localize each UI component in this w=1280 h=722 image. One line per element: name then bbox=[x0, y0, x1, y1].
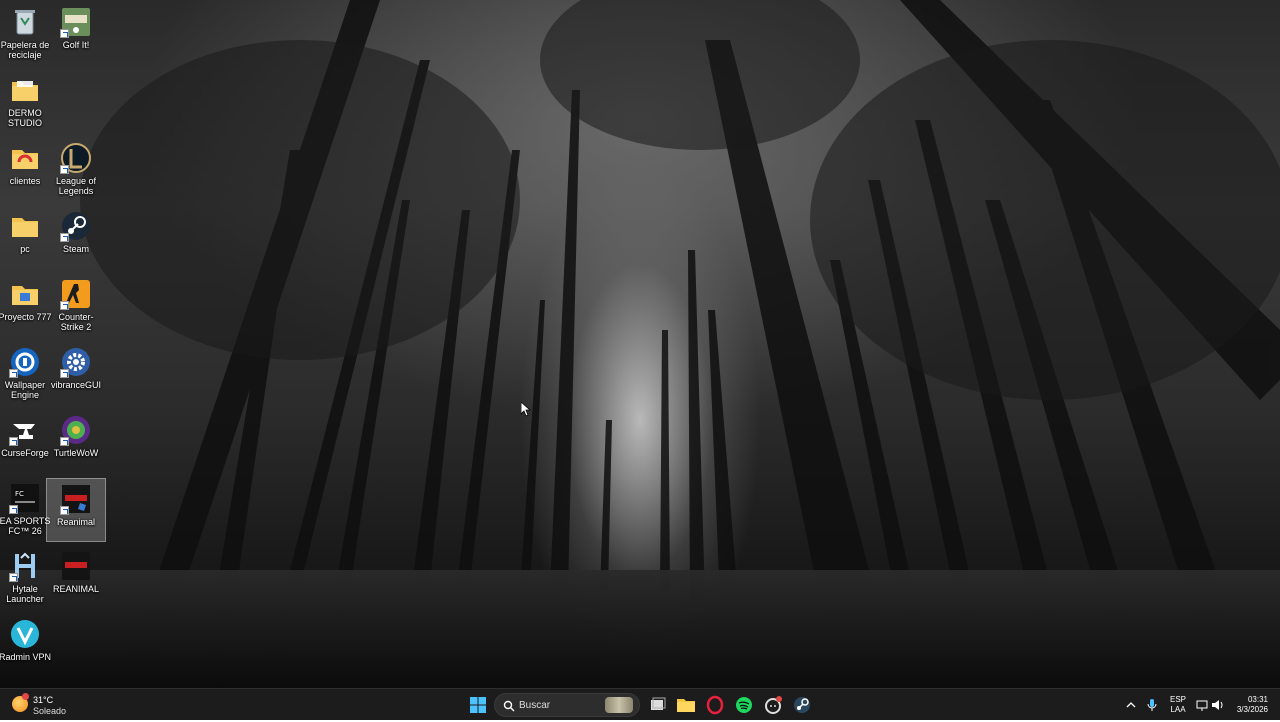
file-explorer-icon bbox=[677, 699, 695, 712]
steam-icon bbox=[60, 210, 92, 242]
desktop-icon-turtlewow[interactable]: TurtleWoW bbox=[46, 410, 106, 474]
shortcut-arrow-icon bbox=[60, 437, 69, 446]
search-highlight-image bbox=[605, 697, 633, 713]
icon-label: Counter-Strike 2 bbox=[58, 312, 94, 332]
shortcut-arrow-icon bbox=[60, 506, 69, 515]
speaker-icon bbox=[1212, 700, 1223, 710]
search-placeholder: Buscar bbox=[519, 700, 551, 711]
turtlewow-icon bbox=[60, 414, 92, 446]
spotify-button[interactable] bbox=[732, 693, 756, 717]
desktop-icon-reanimal-selected[interactable]: Reanimal bbox=[46, 478, 106, 542]
microphone-button[interactable] bbox=[1144, 693, 1160, 717]
shortcut-arrow-icon bbox=[60, 233, 69, 242]
shortcut-arrow-icon bbox=[60, 301, 69, 310]
icon-label: DERMO STUDIO bbox=[7, 108, 42, 128]
icon-label: Golf It! bbox=[62, 40, 90, 50]
icon-label: Reanimal bbox=[56, 517, 96, 527]
shortcut-arrow-icon bbox=[9, 573, 18, 582]
language-code: ESP bbox=[1169, 695, 1186, 704]
desktop[interactable]: Papelera de reciclaje Golf It! DERMO STU… bbox=[0, 0, 1280, 688]
shortcut-arrow-icon bbox=[60, 29, 69, 38]
notification-dot bbox=[22, 693, 29, 700]
clock-time: 03:31 bbox=[1247, 695, 1268, 704]
steam-taskbar-button[interactable] bbox=[790, 693, 814, 717]
league-of-legends-icon bbox=[60, 142, 92, 174]
network-icon bbox=[1196, 700, 1208, 711]
icon-label: League of Legends bbox=[55, 176, 97, 196]
language-indicator[interactable]: ESP LAA bbox=[1168, 695, 1188, 715]
desktop-icon-dermo-studio[interactable]: DERMO STUDIO bbox=[0, 70, 55, 134]
folder-icon bbox=[9, 210, 41, 242]
start-button[interactable] bbox=[466, 693, 490, 717]
recycle-bin-icon bbox=[9, 6, 41, 38]
shortcut-arrow-icon bbox=[60, 369, 69, 378]
icon-label: Steam bbox=[62, 244, 89, 254]
desktop-icon-counter-strike-2[interactable]: Counter-Strike 2 bbox=[46, 274, 106, 338]
taskbar-search[interactable]: Buscar bbox=[494, 693, 640, 717]
weather-temperature: 31°C bbox=[33, 695, 54, 705]
clock-date: 3/3/2026 bbox=[1236, 705, 1268, 714]
icon-label: REANIMAL bbox=[52, 584, 99, 594]
windows-start-icon bbox=[470, 697, 486, 713]
desktop-icon-steam[interactable]: Steam bbox=[46, 206, 106, 270]
desktop-icon-league-of-legends[interactable]: League of Legends bbox=[46, 138, 106, 202]
reanimal-icon bbox=[60, 483, 92, 515]
keyboard-layout: LAA bbox=[1170, 705, 1186, 714]
shortcut-arrow-icon bbox=[9, 369, 18, 378]
folder-blue-icon bbox=[9, 278, 41, 310]
svg-text:FC: FC bbox=[15, 490, 24, 498]
chevron-up-icon bbox=[1126, 702, 1136, 708]
shortcut-arrow-icon bbox=[60, 165, 69, 174]
clock[interactable]: 03:31 3/3/2026 bbox=[1230, 695, 1268, 715]
radmin-vpn-icon bbox=[9, 618, 41, 650]
show-hidden-icons-button[interactable] bbox=[1124, 693, 1138, 717]
search-icon bbox=[503, 700, 515, 712]
discord-icon bbox=[765, 696, 782, 714]
opera-gx-icon bbox=[706, 695, 724, 715]
wallpaper bbox=[0, 0, 1280, 688]
icon-label: vibranceGUI bbox=[50, 380, 102, 390]
volume-button[interactable] bbox=[1210, 693, 1224, 717]
taskbar: 31°C Soleado Buscar ESP LAA 03:31 3/3/20… bbox=[0, 688, 1280, 720]
curseforge-icon bbox=[9, 414, 41, 446]
wallpaper-engine-icon bbox=[9, 346, 41, 378]
reanimal-icon bbox=[60, 550, 92, 582]
folder-red-icon bbox=[9, 142, 41, 174]
folder-icon bbox=[9, 74, 41, 106]
golf-it-icon bbox=[60, 6, 92, 38]
desktop-icon-golf-it[interactable]: Golf It! bbox=[46, 2, 106, 66]
ea-sports-fc-icon: FC bbox=[9, 482, 41, 514]
steam-icon bbox=[794, 697, 810, 713]
icon-label: TurtleWoW bbox=[53, 448, 99, 458]
discord-button[interactable] bbox=[761, 693, 785, 717]
gear-icon bbox=[60, 346, 92, 378]
desktop-icon-radmin-vpn[interactable]: Radmin VPN bbox=[0, 614, 55, 678]
desktop-icon-reanimal[interactable]: REANIMAL bbox=[46, 546, 106, 610]
microphone-icon bbox=[1147, 699, 1157, 711]
desktop-icon-vibrancegui[interactable]: vibranceGUI bbox=[46, 342, 106, 406]
counter-strike-icon bbox=[60, 278, 92, 310]
shortcut-arrow-icon bbox=[9, 437, 18, 446]
task-view-icon bbox=[651, 697, 666, 710]
task-view-button[interactable] bbox=[645, 693, 669, 717]
shortcut-arrow-icon bbox=[9, 505, 18, 514]
weather-condition: Soleado bbox=[33, 706, 67, 716]
hytale-icon bbox=[9, 550, 41, 582]
file-explorer-button[interactable] bbox=[674, 693, 698, 717]
opera-gx-button[interactable] bbox=[703, 693, 727, 717]
icon-label: Radmin VPN bbox=[0, 652, 52, 662]
spotify-icon bbox=[736, 697, 752, 713]
network-button[interactable] bbox=[1195, 693, 1209, 717]
